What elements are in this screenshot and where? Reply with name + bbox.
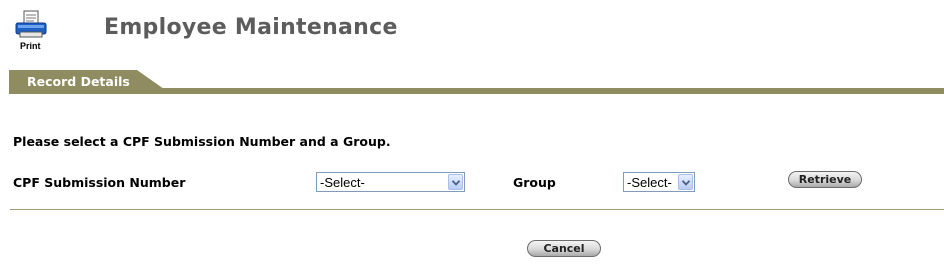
chevron-down-icon <box>678 174 693 190</box>
tab-record-details[interactable]: Record Details <box>9 70 171 94</box>
instruction-text: Please select a CPF Submission Number an… <box>13 134 391 149</box>
cancel-button[interactable]: Cancel <box>527 240 601 257</box>
tab-bar: Record Details <box>9 70 944 95</box>
group-label: Group <box>513 175 556 190</box>
print-button[interactable]: Print <box>14 10 48 52</box>
chevron-down-icon <box>448 174 463 190</box>
page-title: Employee Maintenance <box>104 15 398 40</box>
cpf-submission-value: -Select- <box>320 175 365 190</box>
printer-icon <box>15 10 47 38</box>
retrieve-button[interactable]: Retrieve <box>788 171 862 188</box>
print-label: Print <box>20 41 41 51</box>
group-value: -Select- <box>627 175 672 190</box>
group-select[interactable]: -Select- <box>623 172 695 192</box>
cpf-submission-label: CPF Submission Number <box>13 175 186 190</box>
cpf-submission-select[interactable]: -Select- <box>316 172 465 192</box>
tab-record-details-label: Record Details <box>27 74 130 89</box>
divider <box>10 209 944 210</box>
